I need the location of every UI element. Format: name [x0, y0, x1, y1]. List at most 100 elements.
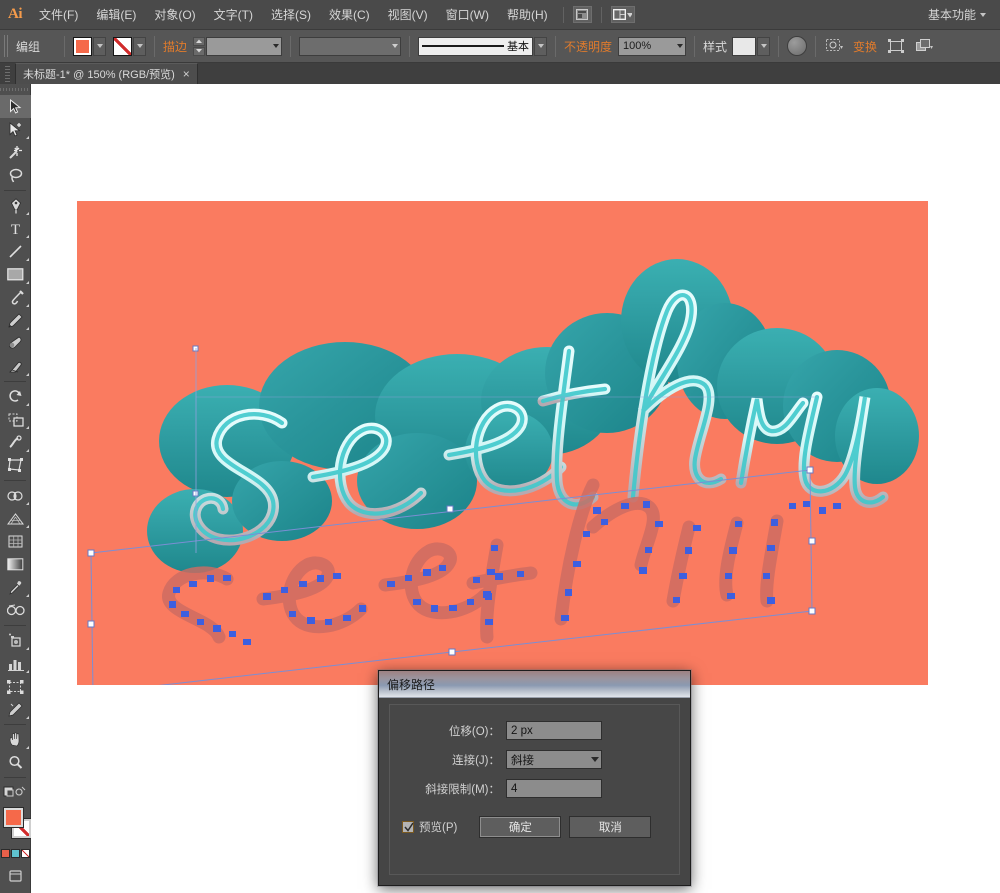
- close-icon[interactable]: ×: [183, 68, 190, 80]
- recolor-artwork-icon[interactable]: [787, 36, 808, 56]
- pen-tool[interactable]: [0, 194, 31, 217]
- dialog-title-bar[interactable]: 偏移路径: [379, 671, 690, 698]
- symbol-sprayer-tool[interactable]: [0, 629, 31, 652]
- cb-divider-2: [154, 35, 155, 57]
- none-swatch-button[interactable]: [20, 849, 30, 858]
- stepper-down[interactable]: [193, 46, 206, 56]
- menu-window[interactable]: 窗口(W): [437, 0, 498, 30]
- tab-bar-grip[interactable]: [5, 66, 10, 83]
- shape-builder-tool[interactable]: [0, 484, 31, 507]
- shape-options-icon[interactable]: [824, 37, 845, 56]
- color-mode-buttons: [0, 849, 30, 858]
- stepper-up[interactable]: [193, 36, 206, 46]
- perspective-grid-tool[interactable]: [0, 507, 31, 530]
- fill-swatch[interactable]: [73, 36, 92, 56]
- arrange-icon[interactable]: [914, 37, 935, 56]
- tool-corner-marker: [26, 235, 29, 238]
- fill-dropdown-arrow[interactable]: [93, 36, 106, 56]
- brush-dropdown-arrow[interactable]: [534, 36, 548, 56]
- menu-select[interactable]: 选择(S): [262, 0, 320, 30]
- mesh-tool[interactable]: [0, 530, 31, 553]
- graphic-style-swatch[interactable]: [732, 36, 757, 56]
- lasso-tool[interactable]: [0, 164, 31, 187]
- menu-file[interactable]: 文件(F): [30, 0, 87, 30]
- style-dropdown-arrow[interactable]: [757, 36, 771, 56]
- stroke-weight-stepper[interactable]: [193, 36, 206, 56]
- preview-label: 预览(P): [419, 822, 458, 834]
- tool-corner-marker: [26, 258, 29, 261]
- toolbar-fill-swatch[interactable]: [3, 807, 24, 828]
- scale-tool[interactable]: [0, 408, 31, 431]
- offset-path-dialog[interactable]: 偏移路径 位移(O)： 2 px 连接(J)： 斜接 斜接限制(M)： 4 预览…: [378, 670, 691, 886]
- tools-panel-grip[interactable]: [0, 84, 30, 95]
- eraser-tool[interactable]: [0, 355, 31, 378]
- offset-input[interactable]: 2 px: [506, 721, 602, 740]
- preview-checkbox-wrap[interactable]: 预览(P): [402, 819, 457, 835]
- workspace-switcher[interactable]: 基本功能: [920, 5, 994, 25]
- screen-mode-toggle-icon[interactable]: [0, 888, 31, 893]
- brush-name: 基本: [507, 41, 530, 53]
- artwork-3d-text: [87, 259, 919, 685]
- cb-divider-1: [64, 35, 65, 57]
- variable-width-profile-field[interactable]: [299, 36, 402, 56]
- gradient-swatch-button[interactable]: [10, 849, 20, 858]
- blend-tool[interactable]: [0, 599, 31, 622]
- artboard-tool[interactable]: [0, 675, 31, 698]
- rectangle-tool[interactable]: [0, 263, 31, 286]
- paintbrush-tool[interactable]: [0, 286, 31, 309]
- hand-tool[interactable]: [0, 728, 31, 751]
- zoom-tool[interactable]: [0, 751, 31, 774]
- type-tool[interactable]: T: [0, 217, 31, 240]
- menu-divider-2: [600, 6, 602, 23]
- bridge-icon[interactable]: [572, 6, 592, 23]
- width-tool[interactable]: [0, 431, 31, 454]
- cb-divider-4: [409, 35, 411, 57]
- menu-help[interactable]: 帮助(H): [498, 0, 557, 30]
- stroke-weight-field[interactable]: [206, 36, 283, 56]
- tools-panel: T: [0, 84, 32, 893]
- menu-type[interactable]: 文字(T): [205, 0, 262, 30]
- isolate-icon[interactable]: [885, 37, 906, 56]
- preview-checkbox[interactable]: [402, 821, 414, 833]
- line-segment-tool[interactable]: [0, 240, 31, 263]
- column-graph-tool[interactable]: [0, 652, 31, 675]
- menu-view[interactable]: 视图(V): [379, 0, 437, 30]
- drawing-mode-icon[interactable]: [0, 781, 31, 801]
- rotate-tool[interactable]: [0, 385, 31, 408]
- magic-wand-tool[interactable]: [0, 141, 31, 164]
- menu-edit[interactable]: 编辑(E): [87, 0, 145, 30]
- pencil-tool[interactable]: [0, 309, 31, 332]
- screen-mode-icon[interactable]: [0, 864, 31, 888]
- document-tab[interactable]: 未标题-1* @ 150% (RGB/预览) ×: [15, 63, 198, 84]
- color-swatch-button[interactable]: [0, 849, 10, 858]
- tool-corner-marker: [26, 746, 29, 749]
- menu-object[interactable]: 对象(O): [145, 0, 204, 30]
- cb-divider-6: [694, 35, 696, 57]
- miter-limit-value: 4: [511, 782, 518, 795]
- no-stroke-icon: [114, 37, 131, 55]
- opacity-field[interactable]: 100%: [618, 36, 687, 56]
- joins-value: 斜接: [511, 754, 534, 767]
- joins-select[interactable]: 斜接: [506, 750, 602, 769]
- menu-effect[interactable]: 效果(C): [320, 0, 379, 30]
- blob-brush-tool[interactable]: [0, 332, 31, 355]
- eyedropper-tool[interactable]: [0, 576, 31, 599]
- stroke-dropdown-arrow[interactable]: [133, 36, 146, 56]
- arrange-documents-icon[interactable]: [610, 6, 635, 23]
- stroke-swatch[interactable]: [113, 36, 132, 56]
- transform-label[interactable]: 变换: [853, 38, 877, 55]
- joins-label: 连接(J)：: [452, 754, 500, 767]
- ok-button[interactable]: 确定: [479, 816, 562, 838]
- miter-limit-input[interactable]: 4: [506, 779, 602, 798]
- gradient-tool[interactable]: [0, 553, 31, 576]
- brush-definition-field[interactable]: 基本: [418, 36, 534, 56]
- selection-tool[interactable]: [0, 95, 31, 118]
- artboard[interactable]: [77, 201, 928, 685]
- direct-selection-tool[interactable]: [0, 118, 31, 141]
- slice-tool[interactable]: [0, 698, 31, 721]
- control-bar-grip[interactable]: [4, 35, 9, 57]
- chevron-down-icon: [677, 44, 684, 48]
- free-transform-tool[interactable]: [0, 454, 31, 477]
- cancel-button[interactable]: 取消: [569, 816, 652, 838]
- tool-corner-marker: [26, 304, 29, 307]
